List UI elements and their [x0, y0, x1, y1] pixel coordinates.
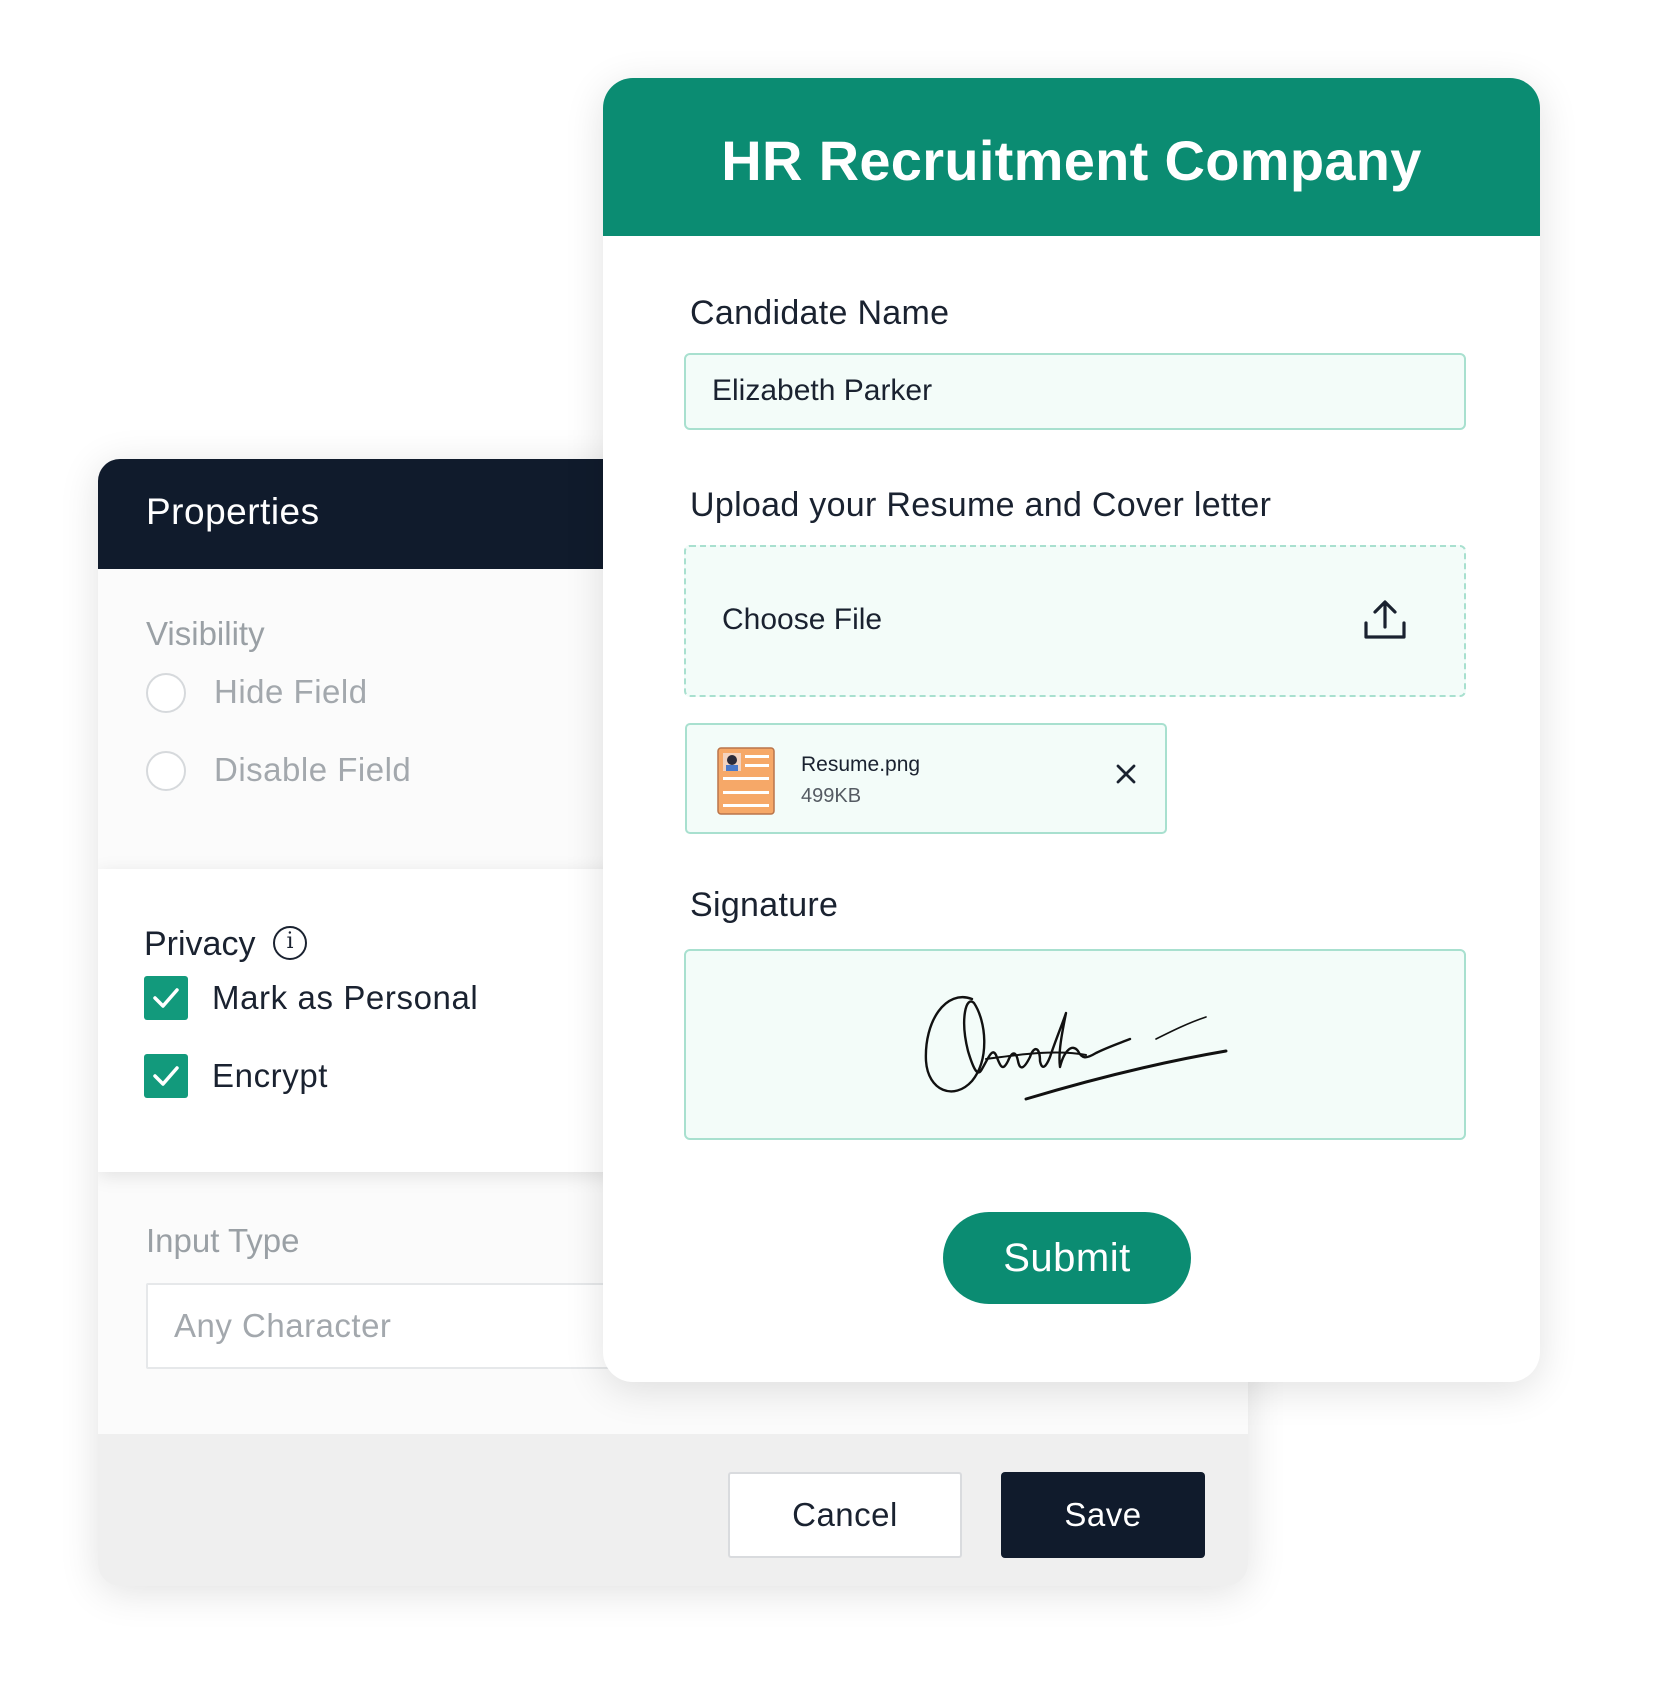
input-type-label: Input Type	[146, 1222, 300, 1259]
checkmark-icon	[153, 988, 179, 1008]
disable-field-label: Disable Field	[214, 751, 412, 788]
privacy-label: Privacy	[144, 925, 256, 963]
choose-file-label: Choose File	[722, 603, 883, 636]
mark-as-personal-label: Mark as Personal	[212, 979, 479, 1016]
signature-pad[interactable]	[684, 949, 1466, 1140]
close-icon[interactable]	[1115, 763, 1137, 785]
candidate-name-input[interactable]: Elizabeth Parker	[684, 353, 1466, 430]
signature-label: Signature	[690, 886, 839, 924]
form-header: HR Recruitment Company	[603, 78, 1540, 236]
uploaded-file-item: Resume.png 499KB	[685, 723, 1167, 834]
hide-field-label: Hide Field	[214, 673, 368, 710]
visibility-label: Visibility	[146, 615, 265, 652]
mark-as-personal-checkbox[interactable]	[144, 976, 188, 1020]
input-type-value: Any Character	[174, 1307, 392, 1344]
file-upload-dropzone[interactable]: Choose File	[684, 545, 1466, 697]
form-title: HR Recruitment Company	[721, 129, 1422, 192]
signature-drawing	[924, 996, 1228, 1101]
upload-label: Upload your Resume and Cover letter	[690, 486, 1272, 524]
properties-title: Properties	[146, 491, 320, 532]
file-name: Resume.png	[801, 753, 921, 776]
upload-icon[interactable]	[1362, 599, 1408, 641]
encrypt-checkbox[interactable]	[144, 1054, 188, 1098]
candidate-name-value: Elizabeth Parker	[712, 374, 933, 407]
properties-footer: Cancel Save	[98, 1434, 1248, 1586]
document-thumbnail-icon	[717, 747, 775, 815]
submit-button[interactable]: Submit	[943, 1212, 1191, 1304]
hr-form-card: HR Recruitment Company Candidate Name El…	[603, 78, 1540, 1382]
encrypt-label: Encrypt	[212, 1057, 329, 1094]
file-size: 499KB	[801, 785, 862, 807]
checkmark-icon	[153, 1066, 179, 1086]
info-icon[interactable]: i	[273, 926, 307, 960]
candidate-name-label: Candidate Name	[690, 294, 950, 332]
save-button[interactable]: Save	[1001, 1472, 1205, 1558]
disable-field-radio[interactable]	[146, 751, 186, 791]
cancel-button[interactable]: Cancel	[728, 1472, 962, 1558]
hide-field-radio[interactable]	[146, 673, 186, 713]
